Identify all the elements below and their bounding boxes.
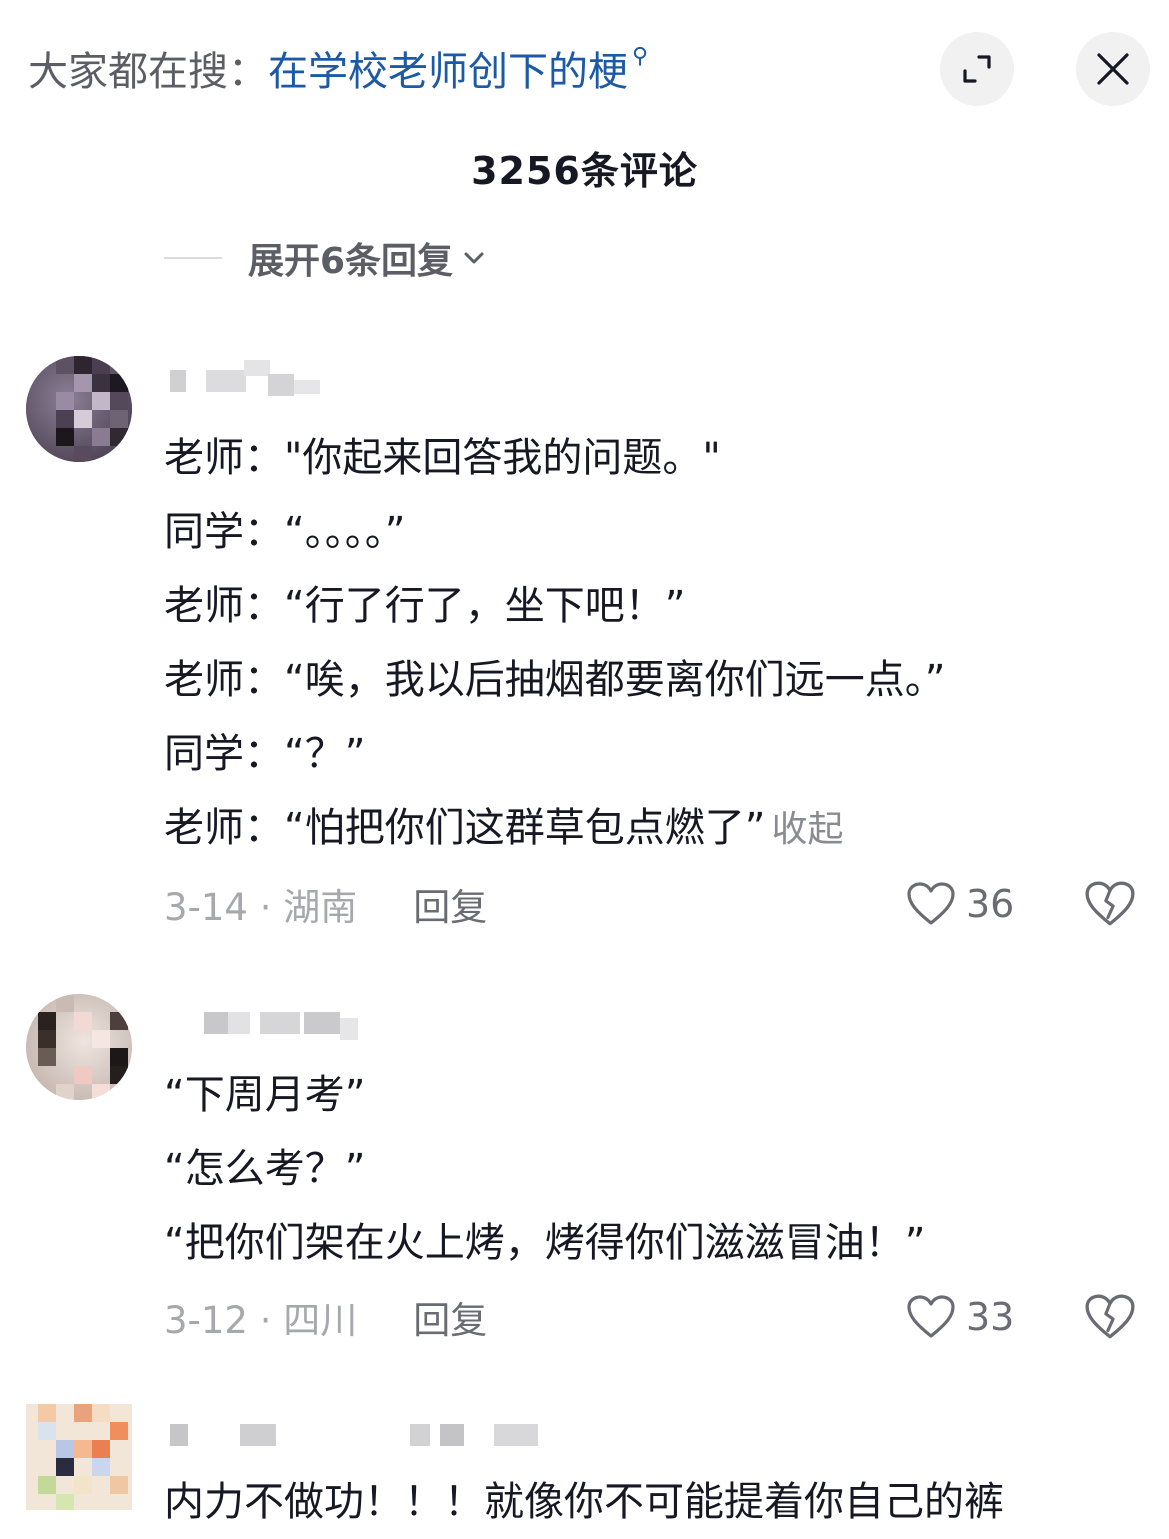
comment-date-location: 3-12 · 四川 <box>164 1299 358 1342</box>
expand-replies-button[interactable]: 展开6条回复 <box>164 233 487 283</box>
reply-button[interactable]: 回复 <box>413 1290 487 1344</box>
username-redacted[interactable] <box>164 1008 364 1040</box>
dislike-button[interactable] <box>1084 1291 1136 1343</box>
expand-button[interactable] <box>940 32 1014 106</box>
comment-line: 同学：“。。。。” <box>164 509 406 555</box>
comment-line: 内力不做功！！！就像你不可能提着你自己的裤 <box>164 1479 1004 1525</box>
search-suggestion-bar[interactable]: 大家都在搜： 在学校老师创下的梗 ⚲ <box>28 38 648 98</box>
comment-body: 老师："你起来回答我的问题。" 同学：“。。。。” 老师：“行了行了，坐下吧！”… <box>164 421 945 867</box>
comment-body: 内力不做功！！！就像你不可能提着你自己的裤 <box>164 1465 1004 1539</box>
search-icon: ⚲ <box>632 44 649 69</box>
like-count: 36 <box>966 882 1015 926</box>
heart-outline-icon <box>907 1295 955 1338</box>
dislike-button[interactable] <box>1084 878 1136 930</box>
comment-line: 老师：“唉，我以后抽烟都要离你们远一点。” <box>164 657 946 703</box>
broken-heart-icon <box>1085 1294 1135 1339</box>
avatar[interactable] <box>26 1404 132 1510</box>
like-count: 33 <box>966 1295 1015 1339</box>
reply-button[interactable]: 回复 <box>413 877 487 931</box>
username-redacted[interactable] <box>164 1420 544 1452</box>
divider <box>164 257 222 259</box>
comment-line: 老师：“怕把你们这群草包点燃了” 收起 <box>164 791 945 867</box>
comment-date-location: 3-14 · 湖南 <box>164 886 358 929</box>
comment-meta: 3-14 · 湖南 回复 <box>164 874 487 934</box>
avatar[interactable] <box>26 994 132 1100</box>
comment-meta: 3-12 · 四川 回复 <box>164 1287 487 1347</box>
close-button[interactable] <box>1076 32 1150 106</box>
comment-line-text: 老师：“怕把你们这群草包点燃了” <box>164 805 766 851</box>
close-icon <box>1097 53 1129 85</box>
heart-outline-icon <box>907 882 955 925</box>
comment-line: 老师："你起来回答我的问题。" <box>164 435 721 481</box>
comment-line: “怎么考？” <box>164 1146 366 1192</box>
username-redacted[interactable] <box>164 360 334 396</box>
broken-heart-icon <box>1085 881 1135 926</box>
comment-body: “下周月考” “怎么考？” “把你们架在火上烤，烤得你们滋滋冒油！” <box>164 1058 925 1280</box>
comment-line: 同学：“？” <box>164 731 366 777</box>
search-suggestion-prefix: 大家都在搜： <box>28 49 268 95</box>
like-button[interactable]: 36 <box>906 874 1014 934</box>
comment-line: “下周月考” <box>164 1072 366 1118</box>
comment-count-title: 3256条评论 <box>471 149 698 193</box>
expand-icon <box>963 55 991 83</box>
like-button[interactable]: 33 <box>906 1287 1014 1347</box>
avatar[interactable] <box>26 356 132 462</box>
expand-replies-label: 展开6条回复 <box>248 241 454 282</box>
comment-line: 老师：“行了行了，坐下吧！” <box>164 583 686 629</box>
search-suggestion-keyword[interactable]: 在学校老师创下的梗 <box>268 39 628 97</box>
collapse-link[interactable]: 收起 <box>771 809 843 850</box>
chevron-down-icon <box>464 252 484 264</box>
comment-line: “把你们架在火上烤，烤得你们滋滋冒油！” <box>164 1220 926 1266</box>
